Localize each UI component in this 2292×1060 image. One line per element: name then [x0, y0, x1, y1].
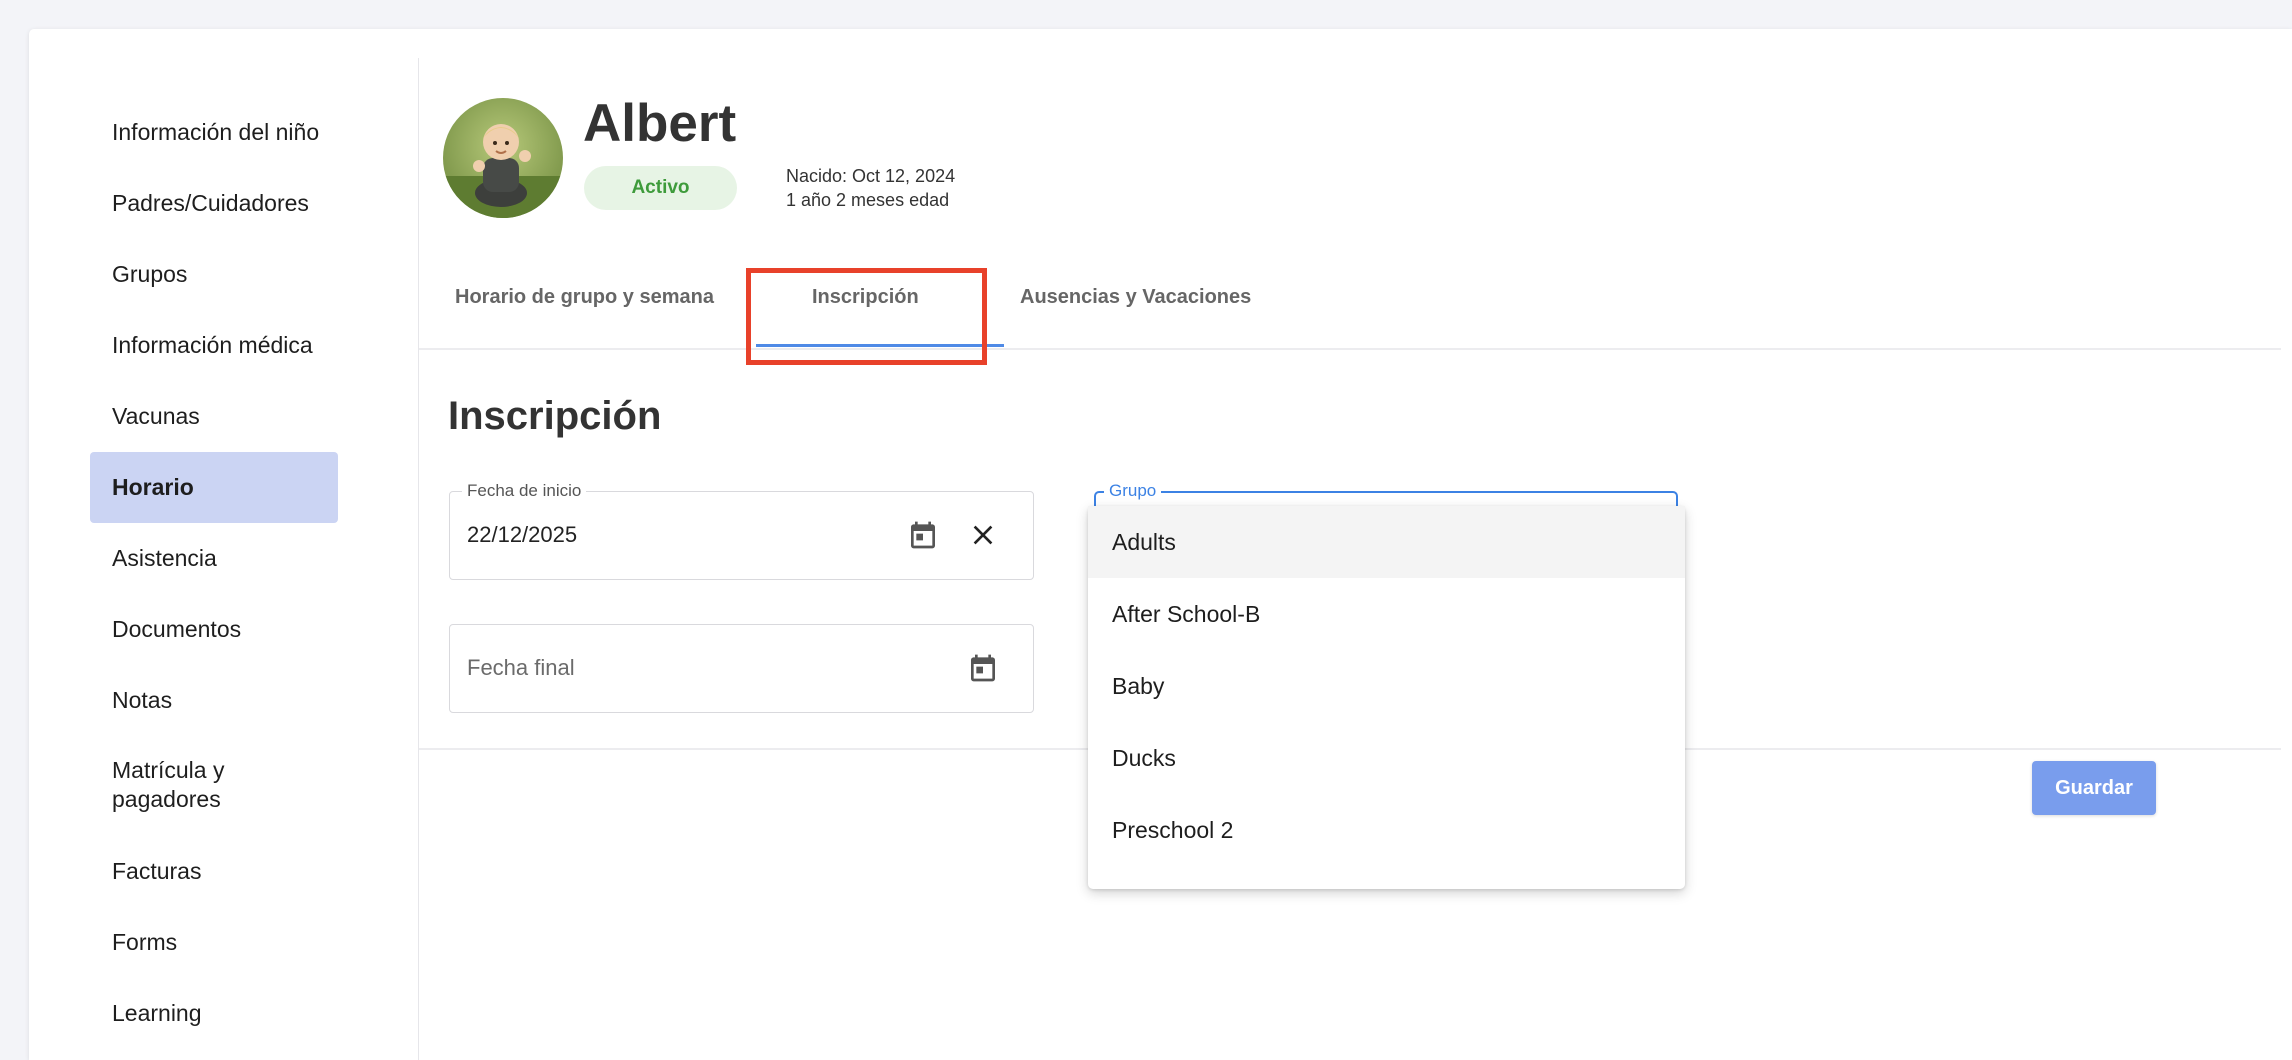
start-date-value[interactable]: 22/12/2025 [467, 522, 577, 548]
sidebar-item-invoices[interactable]: Facturas [90, 856, 338, 886]
status-badge: Activo [584, 166, 737, 210]
sidebar-item-attendance[interactable]: Asistencia [90, 543, 338, 573]
start-date-label: Fecha de inicio [462, 481, 587, 501]
group-option-adults[interactable]: Adults [1088, 506, 1685, 578]
sidebar-item-forms[interactable]: Forms [90, 927, 338, 957]
sidebar-item-vaccines[interactable]: Vacunas [90, 401, 338, 431]
group-option-after-school-b[interactable]: After School-B [1088, 578, 1685, 650]
close-icon[interactable] [967, 519, 999, 551]
tab-group-schedule[interactable]: Horario de grupo y semana [455, 270, 714, 324]
birth-info: Nacido: Oct 12, 2024 1 año 2 meses edad [786, 164, 955, 212]
sidebar-item-child-info[interactable]: Información del niño [90, 117, 338, 147]
group-select-label: Grupo [1104, 481, 1162, 501]
start-date-field[interactable]: Fecha de inicio 22/12/2025 [449, 481, 1034, 580]
calendar-icon[interactable] [907, 519, 939, 551]
tab-absences[interactable]: Ausencias y Vacaciones [1020, 270, 1251, 324]
sidebar-divider [418, 58, 419, 1060]
end-date-placeholder[interactable]: Fecha final [467, 655, 575, 681]
section-title: Inscripción [448, 394, 662, 438]
avatar [443, 98, 563, 218]
child-age: 1 año 2 meses edad [786, 190, 950, 210]
save-button[interactable]: Guardar [2032, 761, 2156, 815]
birth-date: Nacido: Oct 12, 2024 [786, 166, 956, 186]
group-option-ducks[interactable]: Ducks [1088, 722, 1685, 794]
sidebar-item-documents[interactable]: Documentos [90, 614, 338, 644]
sidebar-item-parents[interactable]: Padres/Cuidadores [90, 188, 338, 218]
group-option-preschool-2[interactable]: Preschool 2 [1088, 794, 1685, 866]
group-option-baby[interactable]: Baby [1088, 650, 1685, 722]
end-date-field[interactable]: Fecha final [449, 624, 1034, 713]
sidebar-item-learning[interactable]: Learning [90, 998, 338, 1028]
group-dropdown-menu: Adults After School-B Baby Ducks Prescho… [1088, 506, 1685, 889]
child-name: Albert [583, 94, 737, 153]
sidebar-item-groups[interactable]: Grupos [90, 259, 338, 289]
sidebar-item-notes[interactable]: Notas [90, 685, 338, 715]
sidebar-item-schedule[interactable]: Horario [90, 452, 338, 523]
tabs-divider [419, 348, 2281, 350]
sidebar-item-medical[interactable]: Información médica [90, 330, 338, 360]
sidebar-item-tuition[interactable]: Matrícula y pagadores [90, 755, 338, 815]
calendar-icon[interactable] [967, 652, 999, 684]
tab-highlight-box [746, 268, 987, 365]
